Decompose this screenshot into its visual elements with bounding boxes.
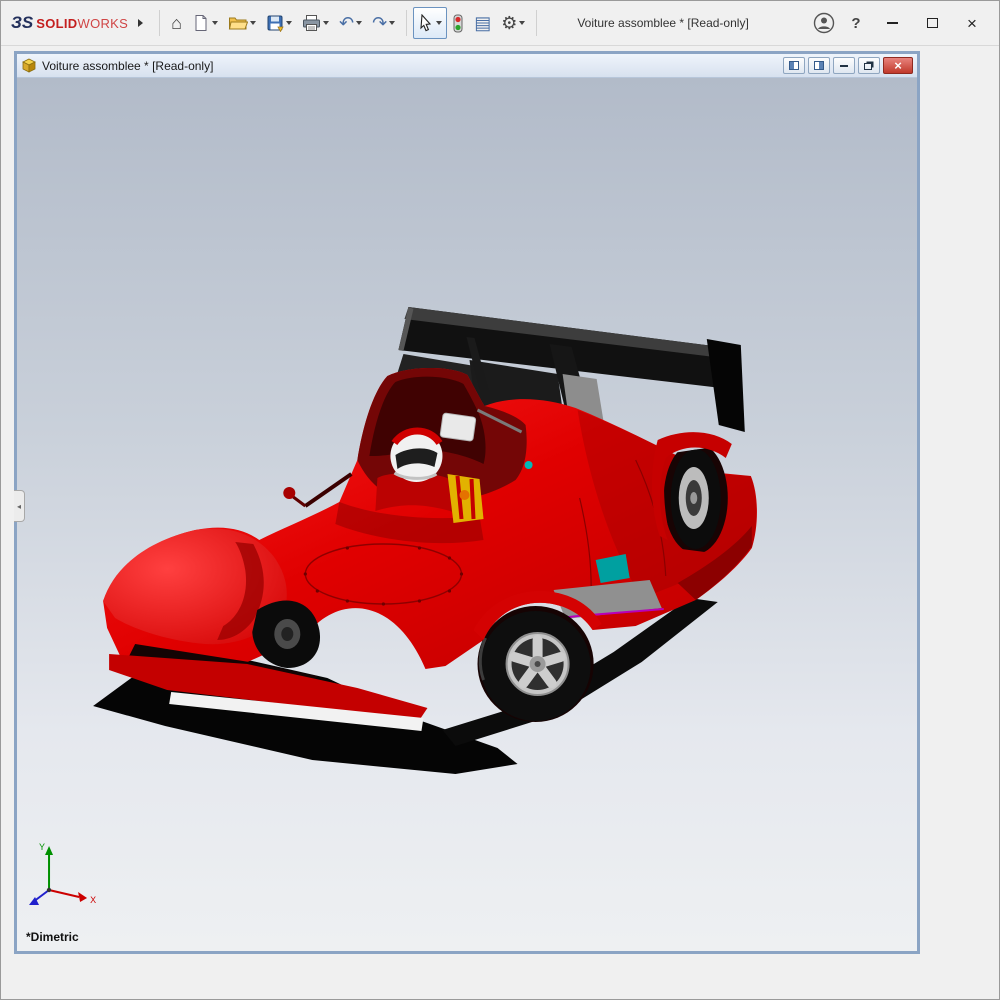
triad-y-label: Y (39, 842, 45, 852)
pane-right-button[interactable] (808, 57, 830, 74)
car-3d-model[interactable]: Y X (17, 78, 917, 951)
side-mirror (283, 487, 295, 499)
save-icon (266, 14, 284, 32)
featuremanager-collapse-tab[interactable]: ◂ (14, 490, 25, 522)
doc-minimize-button[interactable] (833, 57, 855, 74)
print-button[interactable] (297, 7, 334, 39)
close-icon: × (894, 58, 902, 73)
dropdown-caret-icon (212, 21, 218, 25)
new-document-button[interactable] (187, 7, 223, 39)
document-window: Voiture assomblee * [Read-only] × (14, 51, 920, 954)
document-title: Voiture assomblee * [Read-only] (42, 59, 213, 73)
app-minimize-button[interactable] (875, 8, 909, 38)
solidworks-logo: ЗS SOLID WORKS (11, 13, 128, 33)
close-icon: × (967, 15, 977, 32)
app-maximize-button[interactable] (915, 8, 949, 38)
maximize-icon (927, 18, 938, 28)
assembly-icon (21, 58, 37, 73)
redo-button[interactable]: ↷ (367, 7, 400, 39)
dropdown-caret-icon (286, 21, 292, 25)
dropdown-caret-icon (356, 21, 362, 25)
rebuild-button[interactable] (447, 7, 469, 39)
file-properties-button[interactable]: ▤ (469, 7, 496, 39)
doc-close-button[interactable]: × (883, 57, 913, 74)
help-button[interactable]: ? (843, 10, 869, 36)
select-tool-button[interactable] (413, 7, 447, 39)
open-folder-icon (228, 14, 248, 32)
graphics-viewport[interactable]: Y X *Dimetric (17, 78, 917, 951)
undo-icon: ↶ (339, 14, 354, 32)
pane-right-icon (814, 61, 824, 70)
minimize-icon (840, 65, 848, 67)
front-wheel[interactable] (252, 600, 320, 668)
driver-helmet (390, 430, 442, 482)
save-button[interactable] (261, 7, 297, 39)
app-title: Voiture assomblee * [Read-only] (577, 16, 748, 30)
dropdown-caret-icon (389, 21, 395, 25)
dassault-logo-icon: ЗS (11, 13, 33, 33)
menu-flyout-arrow-icon[interactable] (138, 19, 143, 27)
chevron-left-icon: ◂ (17, 502, 21, 511)
dropdown-caret-icon (250, 21, 256, 25)
toolbar-separator (159, 10, 160, 36)
app-close-button[interactable]: × (955, 8, 989, 38)
doc-restore-button[interactable] (858, 57, 880, 74)
print-icon (302, 14, 321, 32)
undo-button[interactable]: ↶ (334, 7, 367, 39)
account-button[interactable] (811, 10, 837, 36)
user-icon (813, 12, 835, 34)
help-icon: ? (851, 15, 860, 32)
gear-icon: ⚙ (501, 14, 517, 32)
redo-icon: ↷ (372, 14, 387, 32)
select-cursor-icon (418, 14, 434, 32)
dropdown-caret-icon (323, 21, 329, 25)
pane-left-button[interactable] (783, 57, 805, 74)
file-properties-icon: ▤ (474, 14, 491, 32)
home-icon: ⌂ (171, 14, 182, 32)
rebuild-traffic-light-icon (452, 14, 464, 33)
app-titlebar: ЗS SOLID WORKS ⌂ ↶ ↷ ▤ (1, 1, 999, 46)
home-button[interactable]: ⌂ (166, 7, 187, 39)
toolbar-separator (406, 10, 407, 36)
restore-icon (864, 63, 872, 70)
options-button[interactable]: ⚙ (496, 7, 530, 39)
view-orientation-label: *Dimetric (26, 930, 79, 944)
pane-left-icon (789, 61, 799, 70)
dropdown-caret-icon (436, 21, 442, 25)
rear-wheel[interactable] (474, 591, 602, 722)
new-document-icon (192, 14, 210, 32)
dropdown-caret-icon (519, 21, 525, 25)
minimize-icon (887, 22, 898, 24)
orientation-triad: Y X (29, 842, 96, 905)
open-button[interactable] (223, 7, 261, 39)
toolbar-separator (536, 10, 537, 36)
triad-x-label: X (90, 895, 96, 905)
document-titlebar[interactable]: Voiture assomblee * [Read-only] × (17, 54, 917, 78)
